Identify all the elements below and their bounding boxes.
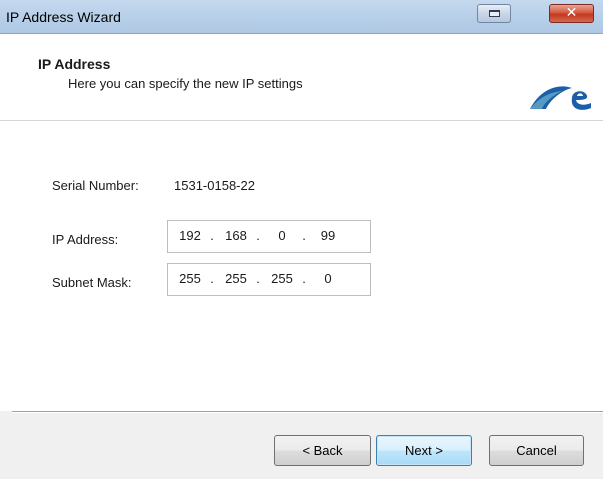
- restore-icon: [489, 10, 500, 17]
- wizard-window: IP Address Wizard ✕ IP Address Here you …: [0, 0, 603, 479]
- subnet-mask-field[interactable]: 255 . 255 . 255 . 0: [167, 263, 371, 296]
- back-button[interactable]: < Back: [274, 435, 371, 466]
- ip-dot-separator: .: [256, 228, 260, 243]
- subnet-octet-1[interactable]: 255: [170, 271, 210, 286]
- ip-octet-2[interactable]: 168: [216, 228, 256, 243]
- page-subtitle: Here you can specify the new IP settings: [68, 76, 303, 91]
- cancel-button[interactable]: Cancel: [489, 435, 584, 466]
- ip-address-label: IP Address:: [52, 232, 119, 247]
- subnet-octet-3[interactable]: 255: [262, 271, 302, 286]
- serial-number-value: 1531-0158-22: [174, 178, 255, 193]
- ip-octet-1[interactable]: 192: [170, 228, 210, 243]
- subnet-dot-separator: .: [210, 271, 214, 286]
- title-bar[interactable]: IP Address Wizard ✕: [0, 0, 603, 34]
- ip-dot-separator: .: [210, 228, 214, 243]
- subnet-mask-label: Subnet Mask:: [52, 275, 132, 290]
- wizard-header: IP Address Here you can specify the new …: [0, 34, 603, 121]
- subnet-dot-separator: .: [302, 271, 306, 286]
- ip-octet-3[interactable]: 0: [262, 228, 302, 243]
- page-title: IP Address: [38, 56, 111, 72]
- restore-button[interactable]: [477, 4, 511, 23]
- subnet-octet-4[interactable]: 0: [308, 271, 348, 286]
- ip-dot-separator: .: [302, 228, 306, 243]
- ip-address-field[interactable]: 192 . 168 . 0 . 99: [167, 220, 371, 253]
- ip-octet-4[interactable]: 99: [308, 228, 348, 243]
- footer-divider: [12, 411, 603, 413]
- window-title: IP Address Wizard: [6, 9, 121, 25]
- next-button[interactable]: Next >: [376, 435, 472, 466]
- brand-logo-icon: [530, 86, 591, 110]
- subnet-octet-2[interactable]: 255: [216, 271, 256, 286]
- close-button[interactable]: ✕: [549, 4, 594, 23]
- serial-number-label: Serial Number:: [52, 178, 139, 193]
- subnet-dot-separator: .: [256, 271, 260, 286]
- close-icon: ✕: [565, 5, 578, 21]
